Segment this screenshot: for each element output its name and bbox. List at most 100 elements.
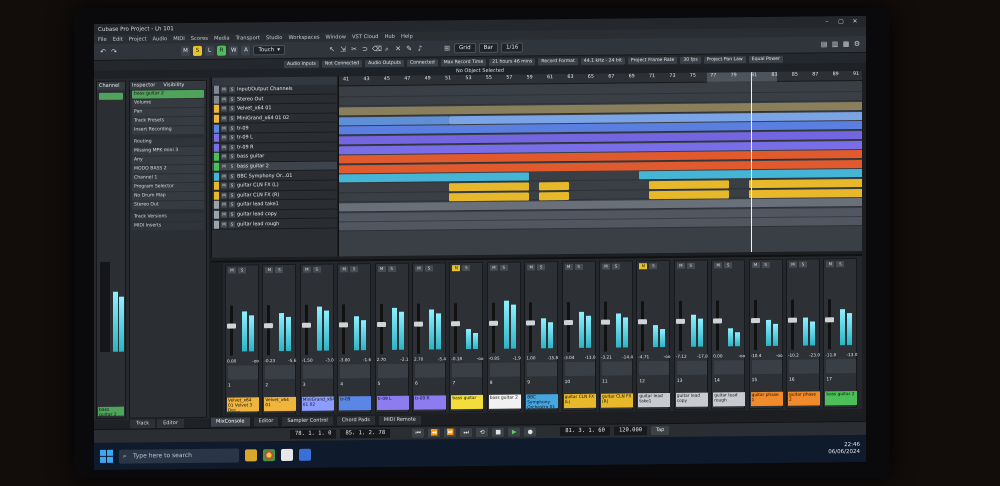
record-icon[interactable]: ● — [524, 427, 537, 437]
menu-project[interactable]: Project — [129, 36, 147, 42]
fader-value[interactable]: -4.71 — [638, 354, 649, 359]
track-mute-button[interactable]: M — [221, 221, 227, 228]
fader-cap[interactable] — [488, 320, 498, 326]
channel-mute-button[interactable]: M — [564, 263, 573, 271]
tab-editor[interactable]: Editor — [157, 419, 184, 429]
track-color-swatch[interactable] — [214, 114, 219, 123]
channel-name-label[interactable]: tr-09 L — [376, 395, 409, 411]
channel-name-label[interactable]: guitar phase 2 — [788, 391, 820, 406]
tempo-display[interactable]: 120.000 — [613, 426, 648, 436]
track-name[interactable]: tr-09 R — [237, 143, 337, 150]
channel-name-label[interactable]: tr-09 R — [414, 395, 446, 410]
channel-name-label[interactable]: tr-09 — [339, 396, 372, 411]
track-color-swatch[interactable] — [214, 191, 219, 200]
fader-value[interactable]: 2.70 — [414, 357, 423, 362]
peak-value[interactable]: -oo — [477, 356, 484, 361]
track-color-swatch[interactable] — [214, 105, 219, 114]
inspector-row[interactable]: No Drum Map — [132, 191, 204, 201]
track-name[interactable]: guitar CLN FX (L) — [237, 182, 337, 188]
event-clip[interactable] — [449, 182, 529, 192]
peak-value[interactable]: -13.0 — [585, 355, 596, 360]
grid-select[interactable]: Bar — [478, 42, 498, 53]
fader-value[interactable]: 2.70 — [377, 357, 386, 362]
track-solo-button[interactable]: S — [229, 96, 235, 103]
menu-audio[interactable]: Audio — [152, 36, 167, 42]
channel-controls[interactable] — [340, 364, 371, 379]
channel-fader[interactable] — [267, 305, 271, 356]
channel-mute-button[interactable]: M — [789, 261, 797, 268]
fader-value[interactable]: -3.21 — [601, 355, 612, 360]
draw-tool-icon[interactable]: ✎ — [405, 45, 413, 53]
track-name[interactable]: guitar CLN FX (R) — [237, 191, 337, 198]
undo-icon[interactable]: ↶ — [99, 48, 107, 56]
inspector-row[interactable]: Insert Recording — [132, 125, 204, 135]
channel-controls[interactable] — [789, 359, 819, 374]
track-mute-button[interactable]: M — [221, 182, 227, 189]
inspector-row[interactable]: Volume — [132, 98, 204, 108]
channel-controls[interactable] — [826, 359, 857, 374]
erase-tool-icon[interactable]: ⌫ — [372, 45, 382, 53]
fader-cap[interactable] — [227, 323, 236, 329]
channel-fader[interactable] — [417, 303, 420, 354]
channel-mute-button[interactable]: M — [415, 265, 423, 272]
tab-chord-pads[interactable]: Chord Pads — [336, 416, 375, 426]
peak-value[interactable]: -2.1 — [400, 357, 408, 362]
menu-edit[interactable]: Edit — [113, 36, 123, 42]
event-clip[interactable] — [449, 192, 529, 201]
channel-fader[interactable] — [529, 302, 533, 353]
tab-sampler-control[interactable]: Sampler Control — [282, 416, 333, 427]
fader-cap[interactable] — [526, 320, 536, 326]
track-row[interactable]: M Sguitar lead rough — [212, 218, 337, 230]
track-solo-button[interactable]: S — [229, 125, 235, 132]
channel-controls[interactable] — [639, 360, 670, 376]
automation-mode-select[interactable]: Touch ▾ — [253, 44, 286, 56]
fader-value[interactable]: 0.00 — [227, 359, 236, 364]
channel-fader[interactable] — [379, 303, 383, 355]
channel-solo-button[interactable]: S — [275, 267, 284, 274]
channel-solo-button[interactable]: S — [537, 264, 546, 271]
track-name[interactable]: guitar lead take1 — [237, 201, 337, 207]
track-mute-button[interactable]: M — [221, 173, 227, 180]
peak-value[interactable]: -23.0 — [809, 352, 820, 357]
track-mute-button[interactable]: M — [221, 86, 227, 93]
channel-mute-button[interactable]: M — [265, 267, 274, 274]
channel-fader[interactable] — [791, 299, 794, 350]
playhead[interactable] — [751, 72, 752, 253]
inspector-row[interactable]: Missing MPK mini 3 — [132, 146, 204, 156]
track-solo-button[interactable]: S — [229, 221, 235, 228]
track-mute-button[interactable]: M — [221, 192, 227, 199]
peak-value[interactable]: -3.0 — [326, 357, 334, 362]
peak-value[interactable]: -1.6 — [363, 357, 371, 362]
fader-value[interactable]: -10.2 — [788, 353, 799, 358]
track-solo-button[interactable]: S — [229, 134, 235, 141]
track-solo-button[interactable]: S — [229, 163, 235, 170]
channel-fader[interactable] — [304, 304, 308, 355]
info-value[interactable]: 30 fps — [680, 56, 701, 64]
track-solo-button[interactable]: S — [229, 182, 235, 189]
fader-value[interactable]: -0.23 — [264, 358, 275, 363]
inspector-row[interactable]: Any — [132, 155, 204, 165]
channel-controls[interactable] — [714, 360, 745, 375]
track-name[interactable]: tr-09 — [237, 124, 337, 131]
inspector-section-routing[interactable]: Routing — [132, 137, 204, 147]
info-value[interactable]: 21 hours 46 mins — [489, 57, 536, 66]
channel-name-label[interactable]: guitar phase 1 — [750, 391, 783, 407]
track-color-swatch[interactable] — [214, 210, 219, 219]
write-automation-button[interactable]: W — [229, 45, 239, 56]
track-name[interactable]: bass guitar — [237, 153, 337, 160]
fader-value[interactable]: -10.4 — [751, 353, 762, 358]
peak-value[interactable]: -5.4 — [438, 356, 446, 361]
track-mute-button[interactable]: M — [221, 163, 227, 170]
fader-value[interactable]: 0.00 — [713, 353, 722, 358]
zoom-tool-icon[interactable]: ⌕ — [383, 45, 391, 53]
fader-cap[interactable] — [750, 318, 760, 324]
minimize-icon[interactable]: – — [820, 18, 834, 25]
fader-cap[interactable] — [301, 322, 311, 328]
channel-solo-button[interactable]: S — [574, 263, 583, 270]
solo-all-button[interactable]: S — [193, 45, 202, 56]
channel-controls[interactable] — [751, 359, 782, 375]
fader-cap[interactable] — [451, 321, 461, 327]
automation-panel-button[interactable]: A — [241, 45, 251, 56]
channel-solo-button[interactable]: S — [425, 265, 433, 272]
track-name[interactable]: tr-09 L — [237, 134, 337, 141]
